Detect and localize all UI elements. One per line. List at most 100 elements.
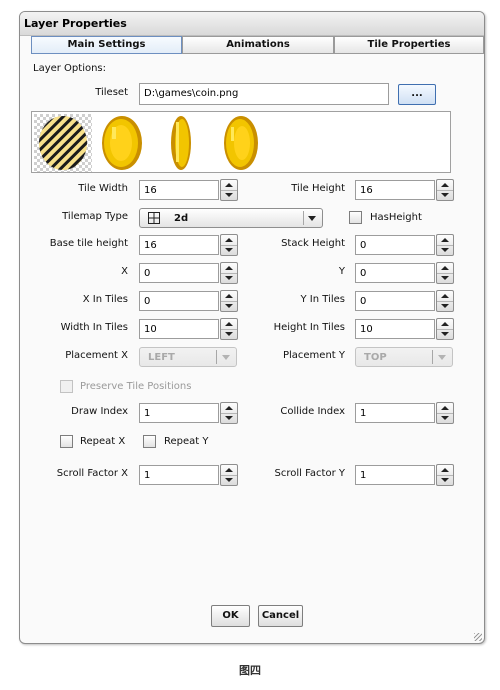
collide-index-value[interactable] [356, 404, 434, 422]
placement-y-select[interactable]: TOP [355, 347, 453, 367]
tab-animations[interactable]: Animations [182, 36, 334, 54]
decrement-arrow-icon[interactable] [437, 301, 453, 311]
browse-tileset-button[interactable]: ... [398, 84, 436, 105]
draw-index-value[interactable] [140, 404, 218, 422]
placement-y-value: TOP [364, 352, 387, 363]
resize-grip-icon[interactable] [474, 633, 482, 641]
x-spinner[interactable] [220, 262, 238, 284]
preserve-tile-positions-checkbox[interactable] [60, 380, 73, 393]
scroll-factor-y-label: Scroll Factor Y [274, 468, 346, 479]
decrement-arrow-icon[interactable] [437, 245, 453, 255]
decrement-arrow-icon[interactable] [437, 273, 453, 283]
tile-width-spinner[interactable] [220, 179, 238, 201]
collide-index-label: Collide Index [280, 406, 345, 417]
layer-properties-dialog: Layer Properties Main Settings Animation… [19, 11, 485, 644]
decrement-arrow-icon[interactable] [437, 413, 453, 423]
decrement-arrow-icon[interactable] [221, 273, 237, 283]
scroll-factor-x-input[interactable] [139, 465, 219, 485]
tilemap-type-value: 2d [174, 213, 189, 224]
tileset-path-input[interactable] [139, 83, 389, 105]
tile-width-input[interactable] [139, 180, 219, 200]
tile-height-input[interactable] [355, 180, 435, 200]
scroll-factor-y-input[interactable] [355, 465, 435, 485]
y-value[interactable] [356, 264, 434, 282]
title-bar[interactable]: Layer Properties [20, 12, 484, 36]
placement-x-value: LEFT [148, 352, 175, 363]
draw-index-input[interactable] [139, 403, 219, 423]
base-tile-height-spinner[interactable] [220, 234, 238, 256]
x-in-tiles-spinner[interactable] [220, 290, 238, 312]
placement-x-select[interactable]: LEFT [139, 347, 237, 367]
stack-height-spinner[interactable] [436, 234, 454, 256]
height-in-tiles-value[interactable] [356, 320, 434, 338]
tile-width-value[interactable] [140, 181, 218, 199]
tab-tile-properties[interactable]: Tile Properties [334, 36, 484, 54]
base-tile-height-label: Base tile height [49, 238, 128, 249]
decrement-arrow-icon[interactable] [221, 301, 237, 311]
tile-strip[interactable] [31, 111, 451, 173]
repeat-x-checkbox[interactable] [60, 435, 73, 448]
collide-index-spinner[interactable] [436, 402, 454, 424]
x-label: X [121, 266, 128, 277]
has-height-label: HasHeight [370, 212, 422, 223]
coin-three-quarter-icon[interactable] [211, 114, 269, 172]
scroll-factor-y-spinner[interactable] [436, 464, 454, 486]
has-height-checkbox[interactable] [349, 211, 362, 224]
stack-height-input[interactable] [355, 235, 435, 255]
y-spinner[interactable] [436, 262, 454, 284]
base-tile-height-value[interactable] [140, 236, 218, 254]
chevron-down-icon[interactable] [308, 216, 316, 221]
decrement-arrow-icon[interactable] [221, 190, 237, 200]
decrement-arrow-icon[interactable] [221, 413, 237, 423]
tile-height-label: Tile Height [291, 183, 345, 194]
height-in-tiles-spinner[interactable] [436, 318, 454, 340]
coin-side-icon[interactable] [152, 114, 210, 172]
decrement-arrow-icon[interactable] [437, 329, 453, 339]
width-in-tiles-spinner[interactable] [220, 318, 238, 340]
cancel-button[interactable]: Cancel [258, 605, 303, 627]
tab-bar: Main Settings Animations Tile Properties [31, 36, 484, 54]
stack-height-value[interactable] [356, 236, 434, 254]
tile-height-value[interactable] [356, 181, 434, 199]
scroll-factor-y-value[interactable] [356, 466, 434, 484]
height-in-tiles-label: Height In Tiles [273, 322, 345, 333]
decrement-arrow-icon[interactable] [221, 329, 237, 339]
collide-index-input[interactable] [355, 403, 435, 423]
base-tile-height-input[interactable] [139, 235, 219, 255]
stack-height-label: Stack Height [281, 238, 345, 249]
y-in-tiles-label: Y In Tiles [300, 294, 345, 305]
ok-button[interactable]: OK [211, 605, 250, 627]
y-in-tiles-spinner[interactable] [436, 290, 454, 312]
chevron-down-icon[interactable] [222, 355, 230, 360]
repeat-y-checkbox[interactable] [143, 435, 156, 448]
y-label: Y [338, 266, 345, 277]
width-in-tiles-value[interactable] [140, 320, 218, 338]
decrement-arrow-icon[interactable] [437, 475, 453, 485]
scroll-factor-x-value[interactable] [140, 466, 218, 484]
scroll-factor-x-spinner[interactable] [220, 464, 238, 486]
x-input[interactable] [139, 263, 219, 283]
y-in-tiles-value[interactable] [356, 292, 434, 310]
width-in-tiles-input[interactable] [139, 319, 219, 339]
x-in-tiles-label: X In Tiles [82, 294, 128, 305]
y-input[interactable] [355, 263, 435, 283]
x-value[interactable] [140, 264, 218, 282]
tilemap-type-select[interactable]: 2d [139, 208, 323, 228]
tab-main-settings[interactable]: Main Settings [31, 36, 182, 54]
coin-front-icon[interactable] [93, 114, 151, 172]
coin-tile-selected-icon[interactable] [34, 114, 92, 172]
height-in-tiles-input[interactable] [355, 319, 435, 339]
chevron-down-icon[interactable] [438, 355, 446, 360]
tile-height-spinner[interactable] [436, 179, 454, 201]
y-in-tiles-input[interactable] [355, 291, 435, 311]
decrement-arrow-icon[interactable] [221, 475, 237, 485]
decrement-arrow-icon[interactable] [221, 245, 237, 255]
combo-separator [432, 350, 433, 364]
draw-index-spinner[interactable] [220, 402, 238, 424]
tileset-path-value[interactable] [140, 84, 388, 102]
tilemap-type-label: Tilemap Type [62, 211, 128, 222]
x-in-tiles-input[interactable] [139, 291, 219, 311]
tileset-label: Tileset [95, 87, 128, 98]
decrement-arrow-icon[interactable] [437, 190, 453, 200]
x-in-tiles-value[interactable] [140, 292, 218, 310]
